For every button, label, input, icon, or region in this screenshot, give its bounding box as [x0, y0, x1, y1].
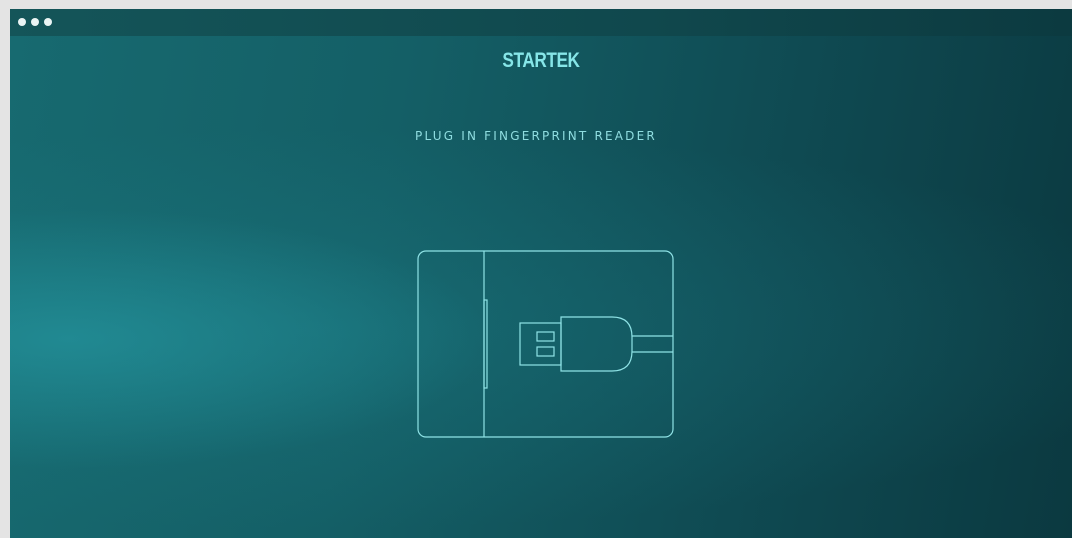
usb-plug-in-svg [417, 250, 674, 438]
brand-logo: STARTEK [502, 49, 580, 72]
usb-connector-tip [519, 322, 562, 366]
usb-port-slot [483, 299, 488, 389]
usb-plug-in-icon [407, 241, 687, 445]
window-control-dot-1[interactable] [18, 18, 26, 26]
title-bar [10, 9, 1072, 36]
plug-in-prompt: PLUG IN FINGERPRINT READER [415, 129, 657, 143]
usb-plug-housing [560, 316, 633, 372]
app-window: STARTEK [10, 9, 1072, 538]
window-controls [18, 18, 52, 26]
reader-body-outline [417, 250, 674, 438]
usb-contact-bottom [536, 346, 555, 357]
usb-contact-top [536, 331, 555, 342]
window-control-dot-3[interactable] [44, 18, 52, 26]
window-control-dot-2[interactable] [31, 18, 39, 26]
